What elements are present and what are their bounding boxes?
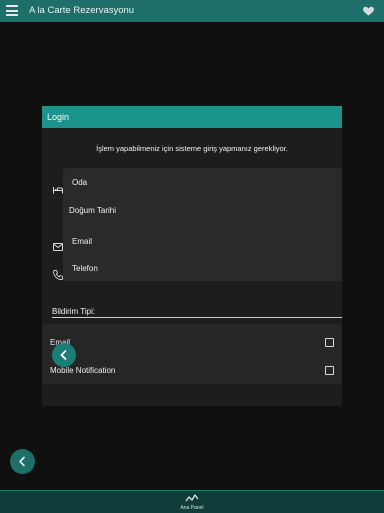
email-checkbox[interactable] — [325, 338, 334, 347]
app-bar: A la Carte Rezervasyonu — [0, 0, 384, 22]
app-title: A la Carte Rezervasyonu — [29, 5, 135, 16]
divider — [52, 317, 342, 318]
phone-field[interactable]: Telefon — [72, 264, 98, 273]
login-dialog: Login İşlem yapabilmeniz için sisteme gi… — [42, 106, 342, 406]
notification-options: Email Mobile Notification — [42, 324, 342, 384]
chevron-left-icon — [60, 350, 67, 360]
dialog-header: Login — [42, 106, 342, 128]
birthdate-field[interactable]: Doğum Tarihi — [69, 206, 116, 215]
option-mobile-label: Mobile Notification — [50, 366, 116, 375]
dialog-title: Login — [47, 112, 70, 122]
back-button[interactable] — [52, 343, 76, 367]
mobile-notification-checkbox[interactable] — [325, 366, 334, 375]
bottom-navigation: Ana Panel — [0, 490, 384, 513]
email-field[interactable]: Email — [72, 237, 92, 246]
notification-type-label: Bildirim Tipi: — [52, 307, 96, 316]
login-fields-panel: Oda Doğum Tarihi Email Telefon — [63, 168, 342, 281]
nav-dashboard-label[interactable]: Ana Panel — [0, 505, 384, 511]
login-required-message: İşlem yapabilmeniz için sisteme giriş ya… — [96, 144, 288, 153]
room-field[interactable]: Oda — [72, 178, 87, 187]
heart-icon[interactable] — [362, 4, 375, 17]
chart-line-icon[interactable] — [185, 493, 199, 503]
back-fab[interactable] — [10, 449, 35, 474]
hamburger-menu-icon[interactable] — [6, 5, 18, 16]
chevron-left-icon — [19, 456, 25, 467]
